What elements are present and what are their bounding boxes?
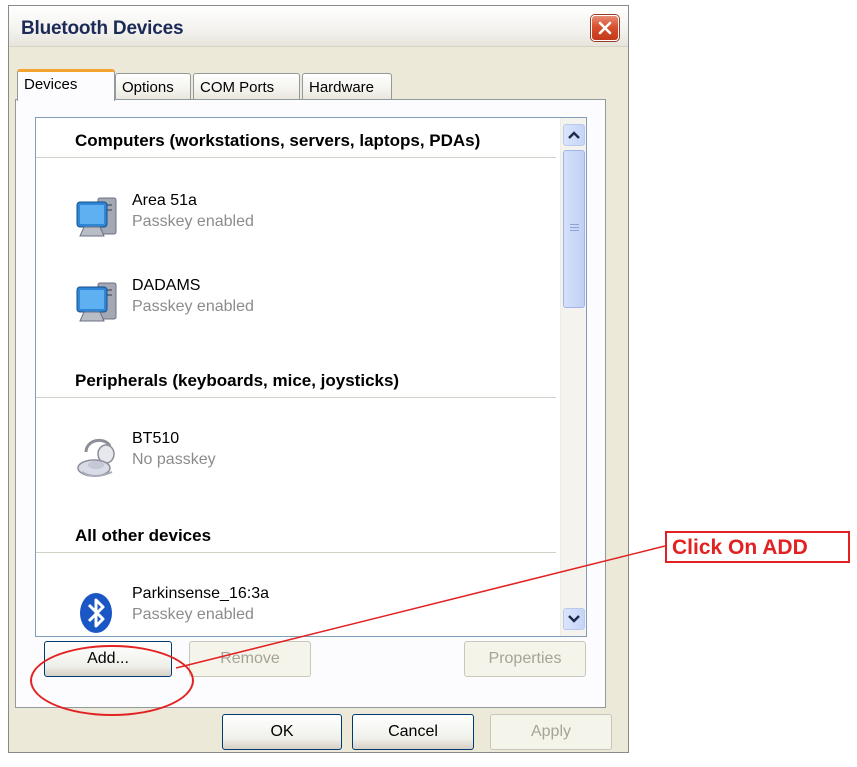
annotation-label: Click On ADD [665,531,850,563]
annotation-circle [30,645,194,716]
tab-devices[interactable]: Devices [17,69,115,101]
tab-label: Devices [24,76,78,93]
